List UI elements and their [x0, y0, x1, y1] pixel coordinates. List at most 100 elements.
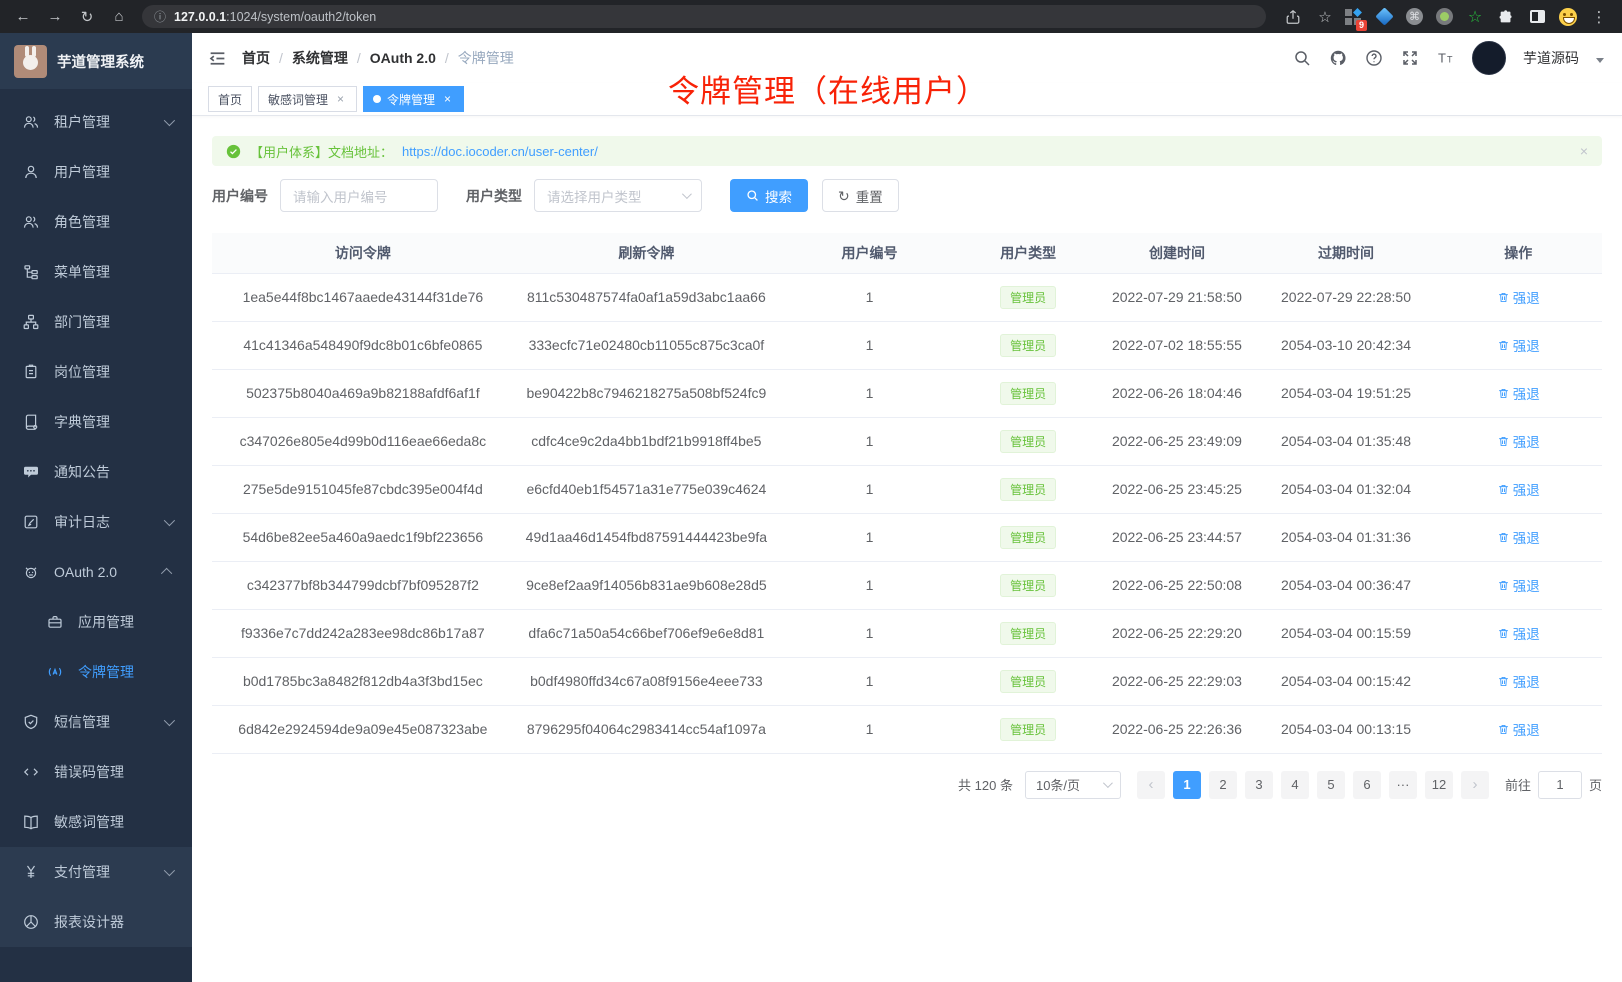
expires-at-cell: 2054-03-04 19:51:25: [1258, 369, 1435, 417]
url-bar[interactable]: ⓘ 127.0.0.1:1024/system/oauth2/token: [142, 5, 1266, 28]
page-button-4[interactable]: 4: [1281, 771, 1309, 799]
page-size-select[interactable]: 10条/页: [1025, 771, 1121, 799]
page-button-6[interactable]: 6: [1353, 771, 1381, 799]
filter-form: 用户编号 请输入用户编号 用户类型 请选择用户类型 搜索 ↻ 重置: [212, 179, 1602, 212]
browser-menu-icon[interactable]: ⋮: [1590, 8, 1608, 26]
force-logout-button[interactable]: 强退: [1497, 287, 1540, 307]
sidebar-item-role-management[interactable]: 角色管理: [0, 197, 192, 247]
username[interactable]: 芋道源码: [1523, 48, 1579, 68]
active-tab-dot: [373, 95, 381, 103]
jump-label: 前往: [1505, 775, 1531, 794]
page-button-12[interactable]: 12: [1425, 771, 1453, 799]
force-logout-button[interactable]: 强退: [1497, 527, 1540, 547]
alert-close-icon[interactable]: ×: [1580, 143, 1588, 159]
sidebar-item-report-designer[interactable]: 报表设计器: [0, 897, 192, 947]
search-icon[interactable]: [1292, 49, 1311, 68]
home-icon[interactable]: ⌂: [106, 5, 132, 29]
sidebar-item-audit-log[interactable]: 审计日志: [0, 497, 192, 547]
force-logout-button[interactable]: 强退: [1497, 719, 1540, 739]
extension-star-icon[interactable]: ☆: [1466, 8, 1484, 26]
user-type-badge: 管理员: [1000, 622, 1056, 645]
jump-page-input[interactable]: 1: [1538, 771, 1582, 799]
next-page-button[interactable]: ›: [1461, 771, 1489, 799]
tab-token-management[interactable]: 令牌管理×: [363, 86, 464, 112]
force-logout-button[interactable]: 强退: [1497, 479, 1540, 499]
github-icon[interactable]: [1328, 49, 1347, 68]
extension-grid-icon[interactable]: 9: [1344, 8, 1362, 26]
forward-icon[interactable]: →: [42, 5, 68, 29]
page-button-5[interactable]: 5: [1317, 771, 1345, 799]
search-button[interactable]: 搜索: [730, 179, 808, 212]
alert-doc-link[interactable]: https://doc.iocoder.cn/user-center/: [402, 144, 598, 159]
extension-puzzle-icon[interactable]: [1497, 8, 1515, 26]
side-panel-icon[interactable]: [1528, 8, 1546, 26]
action-cell: 强退: [1434, 321, 1602, 369]
trash-icon: [1497, 675, 1510, 688]
breadcrumb-item[interactable]: 系统管理: [292, 48, 348, 68]
extension-gem-icon[interactable]: [1375, 8, 1393, 26]
user-type-cell: 管理员: [960, 513, 1096, 561]
tab-sensitive-word[interactable]: 敏感词管理×: [258, 86, 357, 112]
sidebar-item-post-management[interactable]: 岗位管理: [0, 347, 192, 397]
sidebar-item-oauth2-token[interactable]: 令牌管理: [0, 647, 192, 697]
fullscreen-icon[interactable]: [1400, 49, 1419, 68]
app-logo-image: [14, 45, 47, 78]
column-header: 用户编号: [779, 233, 960, 273]
site-info-icon[interactable]: ⓘ: [154, 8, 166, 25]
reload-icon[interactable]: ↻: [74, 5, 100, 29]
sidebar-item-errorcode-management[interactable]: 错误码管理: [0, 747, 192, 797]
page-button-1[interactable]: 1: [1173, 771, 1201, 799]
alert-text: 【用户体系】文档地址：: [250, 142, 393, 161]
force-logout-button[interactable]: 强退: [1497, 623, 1540, 643]
sidebar-item-label: 租户管理: [54, 112, 150, 132]
sidebar-item-sms-management[interactable]: 短信管理: [0, 697, 192, 747]
prev-page-button[interactable]: ‹: [1137, 771, 1165, 799]
bookmark-star-icon[interactable]: ☆: [1312, 5, 1338, 29]
help-icon[interactable]: [1364, 49, 1383, 68]
user-type-select[interactable]: 请选择用户类型: [534, 179, 702, 212]
breadcrumb-item[interactable]: 首页: [242, 48, 270, 68]
force-logout-button[interactable]: 强退: [1497, 671, 1540, 691]
share-icon[interactable]: [1280, 5, 1306, 29]
sidebar-item-oauth2[interactable]: OAuth 2.0: [0, 547, 192, 597]
page-button-3[interactable]: 3: [1245, 771, 1273, 799]
table-header-row: 访问令牌刷新令牌用户编号用户类型创建时间过期时间操作: [212, 233, 1602, 273]
table-row: 502375b8040a469a9b82188afdf6af1fbe90422b…: [212, 369, 1602, 417]
user-avatar[interactable]: [1472, 41, 1506, 75]
extension-dot-icon[interactable]: [1436, 8, 1453, 25]
sidebar-item-user-management[interactable]: 用户管理: [0, 147, 192, 197]
sidebar-item-tenant-management[interactable]: 租户管理: [0, 97, 192, 147]
chevron-down-icon: [164, 515, 175, 526]
sidebar-item-dept-management[interactable]: 部门管理: [0, 297, 192, 347]
sidebar-item-notice-management[interactable]: 通知公告: [0, 447, 192, 497]
sidebar-item-pay-management[interactable]: 支付管理: [0, 847, 192, 897]
user-id-input[interactable]: 请输入用户编号: [280, 179, 438, 212]
sidebar-item-menu-management[interactable]: 菜单管理: [0, 247, 192, 297]
user-type-badge: 管理员: [1000, 382, 1056, 405]
sidebar-collapse-icon[interactable]: [208, 48, 228, 68]
chevron-down-icon: [1103, 778, 1113, 788]
reset-button[interactable]: ↻ 重置: [822, 179, 899, 212]
user-type-badge: 管理员: [1000, 286, 1056, 309]
force-logout-button[interactable]: 强退: [1497, 431, 1540, 451]
font-size-icon[interactable]: TT: [1436, 49, 1455, 68]
back-icon[interactable]: ←: [10, 5, 36, 29]
force-logout-button[interactable]: 强退: [1497, 383, 1540, 403]
tab-home[interactable]: 首页: [208, 86, 252, 112]
sidebar-item-dict-management[interactable]: 字典管理: [0, 397, 192, 447]
extension-command-icon[interactable]: ⌘: [1406, 8, 1423, 25]
tab-close-icon[interactable]: ×: [334, 93, 347, 106]
table-row: 41c41346a548490f9dc8b01c6bfe0865333ecfc7…: [212, 321, 1602, 369]
force-logout-button[interactable]: 强退: [1497, 335, 1540, 355]
page-button-2[interactable]: 2: [1209, 771, 1237, 799]
more-pages-button[interactable]: ···: [1389, 771, 1417, 799]
user-type-cell: 管理员: [960, 465, 1096, 513]
sidebar-item-oauth2-application[interactable]: 应用管理: [0, 597, 192, 647]
user-menu-caret-icon[interactable]: [1596, 58, 1604, 63]
force-logout-button[interactable]: 强退: [1497, 575, 1540, 595]
app-logo[interactable]: 芋道管理系统: [0, 33, 192, 89]
profile-avatar[interactable]: [1559, 8, 1577, 26]
sidebar-item-sensitive-word-management[interactable]: 敏感词管理: [0, 797, 192, 847]
breadcrumb-item[interactable]: OAuth 2.0: [370, 50, 436, 66]
tab-close-icon[interactable]: ×: [441, 93, 454, 106]
